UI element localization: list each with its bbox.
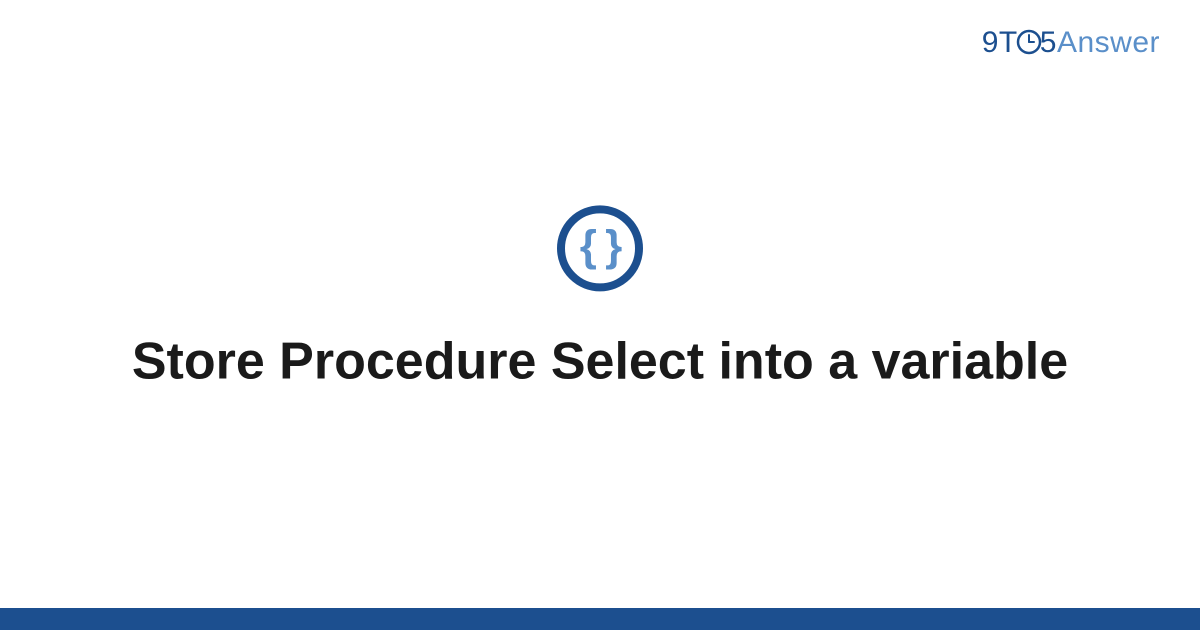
site-logo: 9T 5Answer bbox=[982, 26, 1160, 60]
page-title: Store Procedure Select into a variable bbox=[132, 329, 1068, 394]
logo-text-5: 5 bbox=[1040, 26, 1057, 59]
braces-glyph: { } bbox=[580, 224, 620, 268]
footer-bar bbox=[0, 608, 1200, 630]
logo-clock-icon bbox=[1016, 29, 1042, 55]
code-braces-icon: { } bbox=[557, 205, 643, 291]
logo-text-9t: 9T bbox=[982, 26, 1018, 59]
main-content: { } Store Procedure Select into a variab… bbox=[0, 205, 1200, 394]
logo-text-answer: Answer bbox=[1057, 26, 1160, 59]
